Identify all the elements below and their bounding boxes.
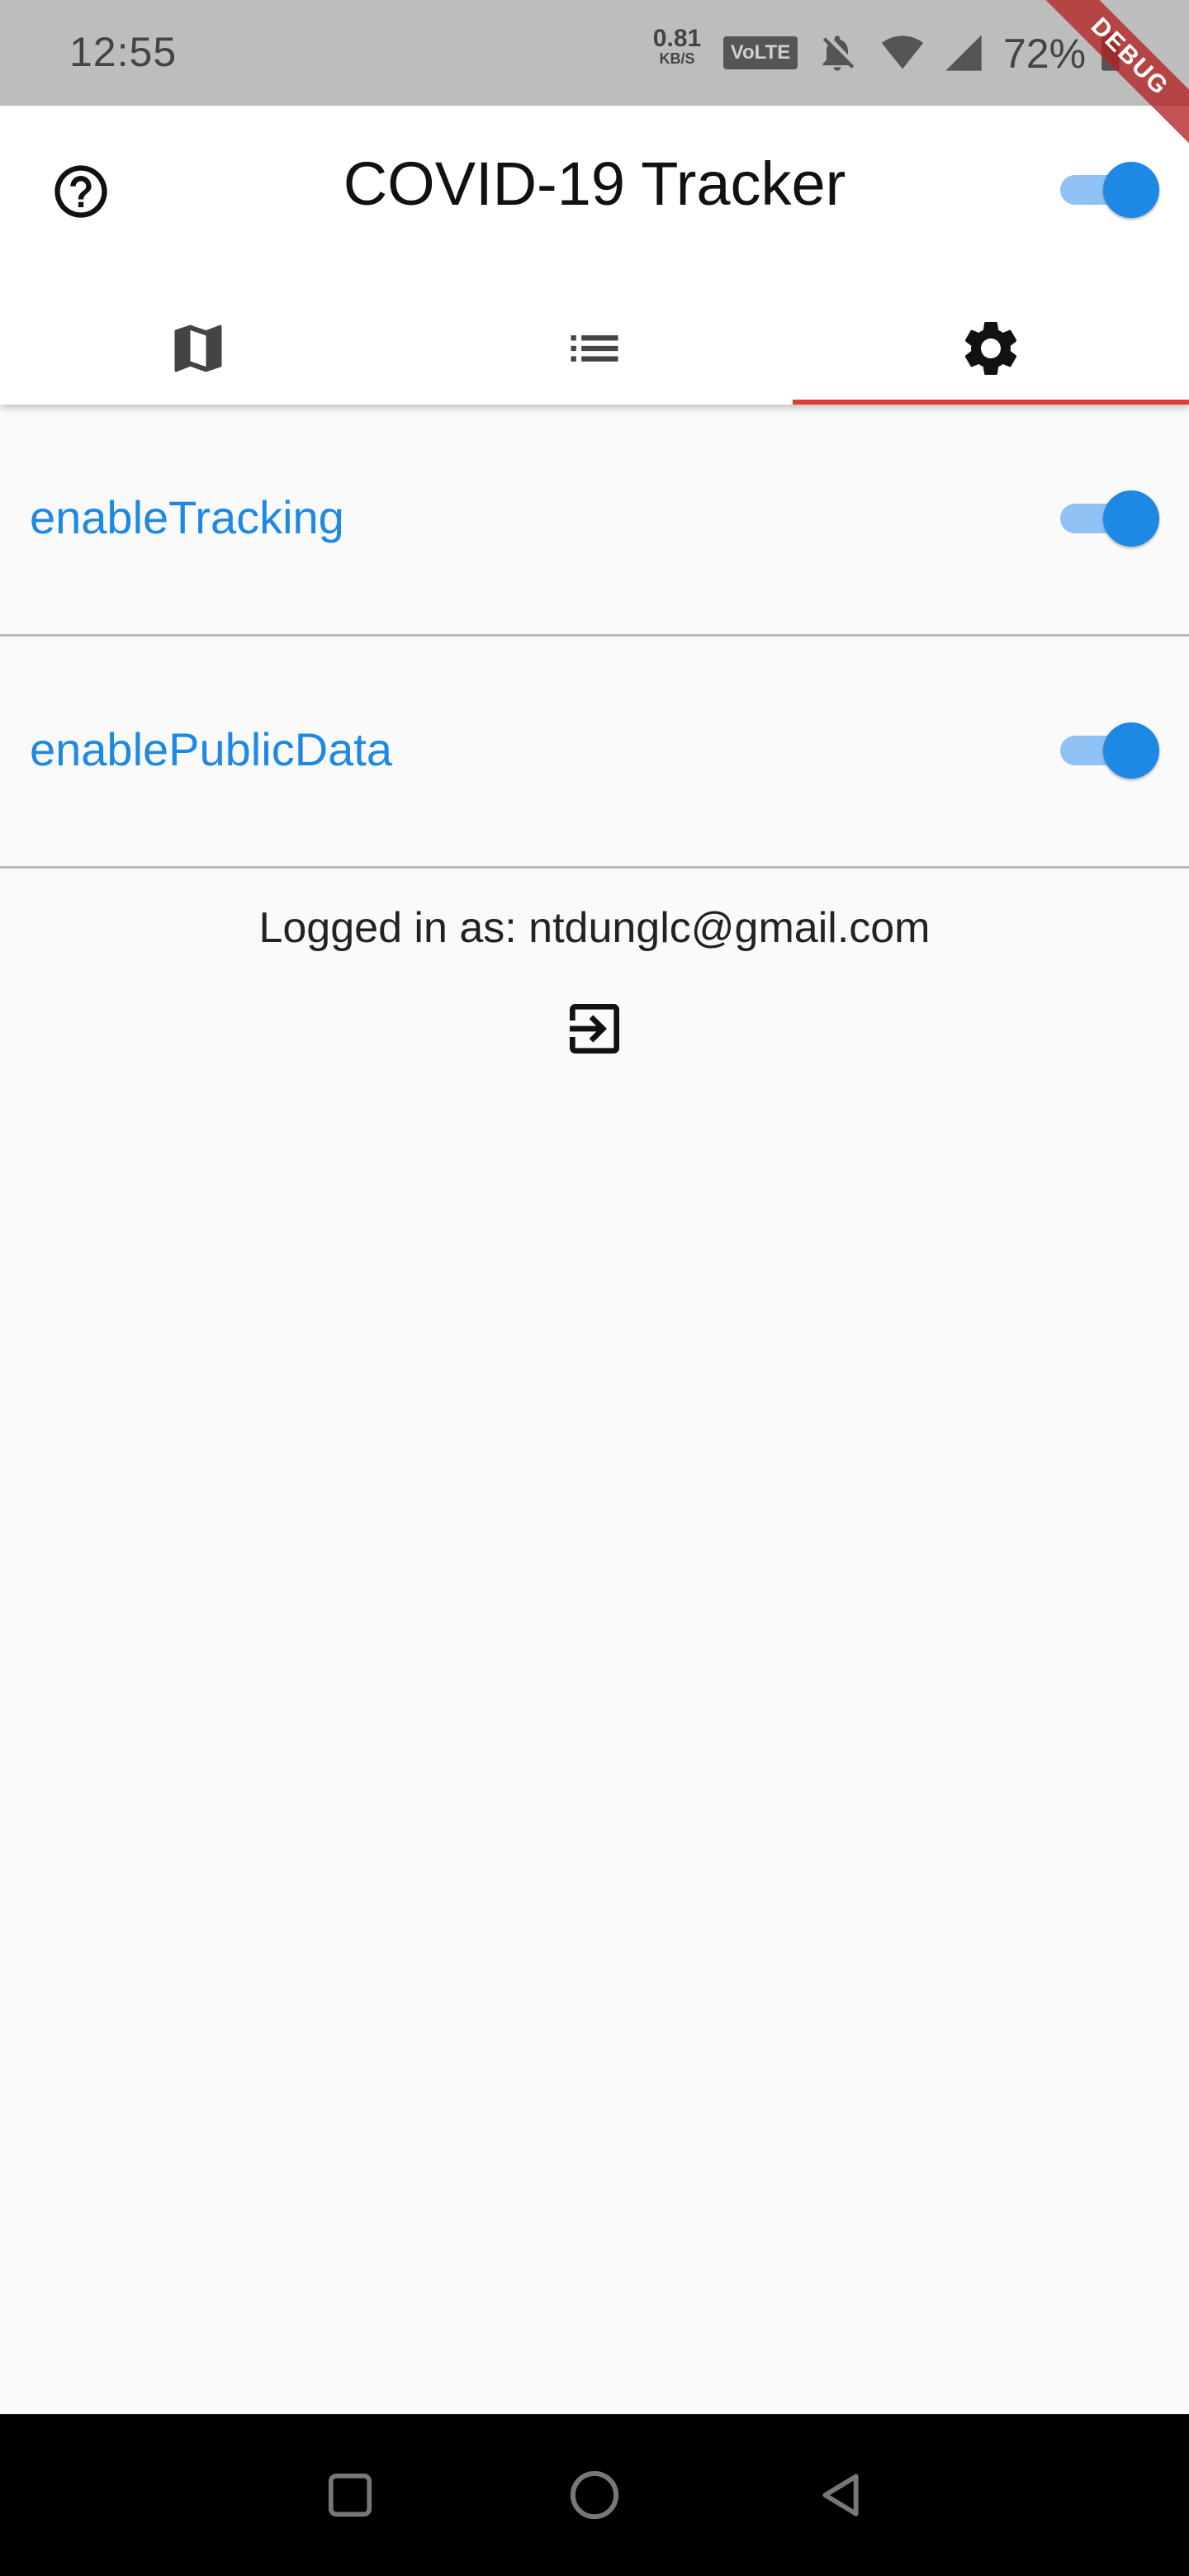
home-circle-icon bbox=[570, 2470, 619, 2520]
list-icon bbox=[571, 335, 618, 362]
net-speed-value: 0.81 bbox=[652, 25, 702, 52]
screen: 12:55 0.81 KB/S VoLTE 72% DEBUG COVID-19… bbox=[0, 0, 1189, 2576]
switch-thumb bbox=[1103, 490, 1159, 547]
setting-row-public-data[interactable]: enablePublicData bbox=[0, 637, 1189, 869]
map-icon bbox=[174, 324, 222, 372]
setting-row-tracking[interactable]: enableTracking bbox=[0, 405, 1189, 637]
status-time: 12:55 bbox=[69, 29, 178, 75]
setting-label: enableTracking bbox=[30, 491, 344, 543]
public-data-toggle-switch[interactable] bbox=[1055, 719, 1164, 782]
net-speed: 0.81 KB/S bbox=[652, 25, 702, 67]
status-bar: 12:55 0.81 KB/S VoLTE 72% bbox=[0, 0, 1189, 106]
master-toggle-switch[interactable] bbox=[1055, 159, 1164, 221]
switch-thumb bbox=[1103, 722, 1159, 779]
battery-percent: 72% bbox=[1003, 31, 1087, 77]
tab-bar bbox=[0, 292, 1189, 405]
switch-thumb bbox=[1103, 162, 1159, 218]
tracking-toggle-switch[interactable] bbox=[1055, 487, 1164, 550]
settings-gear-icon bbox=[964, 322, 1017, 375]
net-speed-unit: KB/S bbox=[659, 50, 695, 67]
recents-square-icon bbox=[328, 2473, 372, 2517]
logout-icon bbox=[570, 1004, 619, 1054]
signal-icon bbox=[945, 35, 982, 71]
page-title: COVID-19 Tracker bbox=[343, 149, 846, 218]
tab-list[interactable] bbox=[396, 292, 793, 405]
app-bar: COVID-19 Tracker bbox=[0, 106, 1189, 405]
home-button[interactable] bbox=[561, 2462, 628, 2528]
volte-badge: VoLTE bbox=[723, 36, 798, 69]
recents-button[interactable] bbox=[317, 2462, 383, 2528]
tab-settings[interactable] bbox=[793, 292, 1189, 405]
setting-label: enablePublicData bbox=[30, 723, 392, 775]
logged-in-text: Logged in as: ntdunglc@gmail.com bbox=[258, 904, 931, 952]
system-nav-bar bbox=[0, 2414, 1189, 2576]
back-triangle-icon bbox=[822, 2474, 859, 2517]
logout-button[interactable] bbox=[557, 991, 632, 1067]
back-button[interactable] bbox=[808, 2462, 874, 2528]
tab-map[interactable] bbox=[0, 292, 396, 405]
wifi-icon bbox=[881, 36, 924, 69]
mute-icon bbox=[822, 36, 855, 71]
battery-icon bbox=[1101, 33, 1120, 71]
